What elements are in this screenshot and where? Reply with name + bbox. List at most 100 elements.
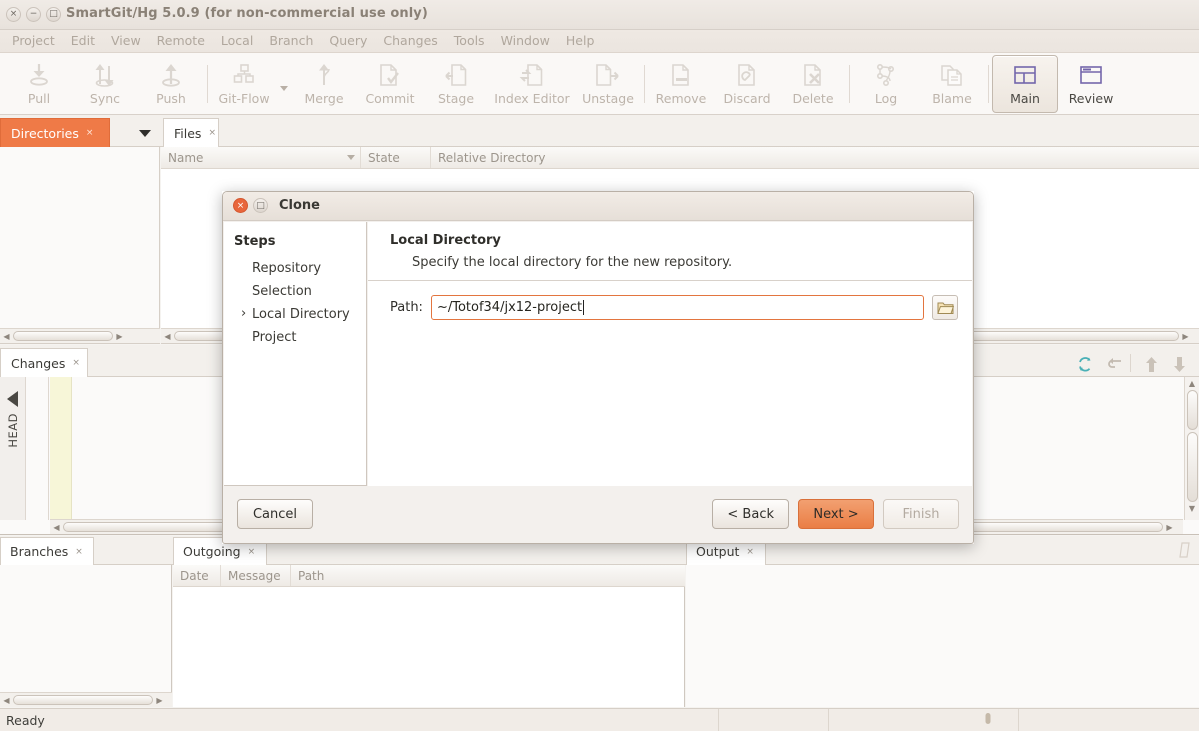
branches-pane[interactable]: ◀ ▶ xyxy=(0,565,172,707)
path-input[interactable]: ~/Totof34/jx12-project xyxy=(430,295,924,320)
toolbar-discard-button[interactable]: Discard xyxy=(714,55,780,113)
files-scroll-left-icon[interactable]: ◀ xyxy=(161,330,174,343)
changes-scroll-right-icon[interactable]: ▶ xyxy=(1163,521,1176,534)
directories-hscrollbar[interactable]: ◀ ▶ xyxy=(0,328,160,343)
changes-scroll-down-icon[interactable]: ▼ xyxy=(1186,502,1199,515)
column-header-state[interactable]: State xyxy=(361,147,431,168)
tab-branches-label: Branches xyxy=(10,544,69,559)
dialog-maximize-button[interactable]: □ xyxy=(253,198,268,213)
toolbar-git-flow-button[interactable]: Git-Flow xyxy=(211,55,277,113)
toolbar-log-button[interactable]: Log xyxy=(853,55,919,113)
tab-branches[interactable]: Branches × xyxy=(0,537,94,565)
index-editor-icon xyxy=(519,62,545,88)
menu-item-query[interactable]: Query xyxy=(321,30,375,51)
toolbar-review-button[interactable]: Review xyxy=(1058,55,1124,113)
toolbar-sync-button[interactable]: Sync xyxy=(72,55,138,113)
menu-item-edit[interactable]: Edit xyxy=(63,30,103,51)
head-triangle-icon xyxy=(7,391,18,407)
tab-directories-close-icon[interactable]: × xyxy=(86,128,94,138)
menu-item-branch[interactable]: Branch xyxy=(261,30,321,51)
undo-arrow-icon[interactable] xyxy=(1104,353,1126,375)
menu-item-changes[interactable]: Changes xyxy=(375,30,445,51)
column-header-date[interactable]: Date xyxy=(173,565,221,586)
branches-scroll-right-icon[interactable]: ▶ xyxy=(153,694,166,707)
column-header-path[interactable]: Path xyxy=(291,565,685,586)
tab-outgoing-close-icon[interactable]: × xyxy=(248,547,256,557)
tab-directories[interactable]: Directories × xyxy=(0,118,110,147)
changes-scroll-up-icon[interactable]: ▲ xyxy=(1186,377,1199,390)
sync-icon xyxy=(92,62,118,88)
toolbar-commit-button[interactable]: Commit xyxy=(357,55,423,113)
scroll-right-icon[interactable]: ▶ xyxy=(113,330,126,343)
browse-directory-button[interactable] xyxy=(932,295,958,320)
tab-directories-label: Directories xyxy=(11,125,79,141)
dialog-step-project[interactable]: Project xyxy=(234,326,366,349)
tab-changes[interactable]: Changes × xyxy=(0,348,88,377)
refresh-icon[interactable] xyxy=(1074,353,1096,375)
tab-branches-close-icon[interactable]: × xyxy=(75,547,83,557)
toolbar-push-button[interactable]: Push xyxy=(138,55,204,113)
path-row: Path: ~/Totof34/jx12-project xyxy=(368,281,972,320)
toolbar-unstage-label: Unstage xyxy=(582,90,634,106)
toolbar-index-editor-label: Index Editor xyxy=(494,90,570,106)
menu-item-window[interactable]: Window xyxy=(493,30,558,51)
tab-changes-close-icon[interactable]: × xyxy=(72,358,80,368)
arrow-down-icon[interactable] xyxy=(1168,353,1190,375)
toolbar-remove-button[interactable]: Remove xyxy=(648,55,714,113)
gitflow-dropdown-icon[interactable] xyxy=(277,55,291,113)
toolbar-index-editor-button[interactable]: Index Editor xyxy=(489,55,575,113)
toolbar-main-button[interactable]: Main xyxy=(992,54,1058,113)
menu-item-local[interactable]: Local xyxy=(213,30,261,51)
changes-vscrollbar[interactable]: ▲ ▼ xyxy=(1184,377,1199,520)
menu-item-remote[interactable]: Remote xyxy=(149,30,213,51)
back-button[interactable]: < Back xyxy=(712,499,789,529)
dialog-step-selection[interactable]: Selection xyxy=(234,280,366,303)
menu-item-view[interactable]: View xyxy=(103,30,149,51)
tab-output-close-icon[interactable]: × xyxy=(746,547,754,557)
toolbar-merge-button[interactable]: Merge xyxy=(291,55,357,113)
directories-pane[interactable]: ◀ ▶ xyxy=(0,147,160,344)
toolbar-unstage-button[interactable]: Unstage xyxy=(575,55,641,113)
output-pane[interactable] xyxy=(686,565,1199,707)
tab-files-label: Files xyxy=(174,125,202,141)
toolbar-delete-button[interactable]: Delete xyxy=(780,55,846,113)
folder-icon xyxy=(936,302,954,314)
tab-list-chevron-down-icon[interactable] xyxy=(138,126,152,140)
dialog-step-repository[interactable]: Repository xyxy=(234,257,366,280)
changes-scroll-left-icon[interactable]: ◀ xyxy=(50,521,63,534)
dialog-step-local-directory[interactable]: Local Directory xyxy=(234,303,366,326)
blame-icon xyxy=(939,62,965,88)
branches-hscrollbar[interactable]: ◀ ▶ xyxy=(0,692,172,707)
column-header-name[interactable]: Name xyxy=(161,147,361,168)
finish-button[interactable]: Finish xyxy=(883,499,959,529)
outgoing-pane[interactable]: Date Message Path xyxy=(173,565,685,707)
menu-item-project[interactable]: Project xyxy=(4,30,63,51)
files-table-header: Name State Relative Directory xyxy=(161,147,1199,169)
tab-files[interactable]: Files × xyxy=(163,118,219,147)
window-maximize-button[interactable]: □ xyxy=(46,7,61,22)
toolbar-merge-label: Merge xyxy=(304,90,344,106)
status-text: Ready xyxy=(6,712,45,728)
toolbar-pull-button[interactable]: Pull xyxy=(6,55,72,113)
tab-outgoing-label: Outgoing xyxy=(183,544,241,559)
commit-icon xyxy=(377,62,403,88)
dialog-close-button[interactable]: × xyxy=(233,198,248,213)
output-maximize-icon[interactable] xyxy=(1179,542,1191,561)
scroll-left-icon[interactable]: ◀ xyxy=(0,330,13,343)
window-minimize-button[interactable]: − xyxy=(26,7,41,22)
primary-tab-row: Directories × Files × xyxy=(0,115,1199,257)
column-header-relative-directory[interactable]: Relative Directory xyxy=(431,147,1199,168)
files-scroll-right-icon[interactable]: ▶ xyxy=(1179,330,1192,343)
next-button[interactable]: Next > xyxy=(798,499,874,529)
toolbar-stage-button[interactable]: Stage xyxy=(423,55,489,113)
tab-files-close-icon[interactable]: × xyxy=(208,128,216,138)
menu-item-help[interactable]: Help xyxy=(558,30,603,51)
text-caret xyxy=(583,300,585,315)
toolbar-blame-button[interactable]: Blame xyxy=(919,55,985,113)
window-close-button[interactable]: × xyxy=(6,7,21,22)
cancel-button[interactable]: Cancel xyxy=(237,499,313,529)
menu-item-tools[interactable]: Tools xyxy=(446,30,493,51)
branches-scroll-left-icon[interactable]: ◀ xyxy=(0,694,13,707)
arrow-up-icon[interactable] xyxy=(1140,353,1162,375)
column-header-message[interactable]: Message xyxy=(221,565,291,586)
